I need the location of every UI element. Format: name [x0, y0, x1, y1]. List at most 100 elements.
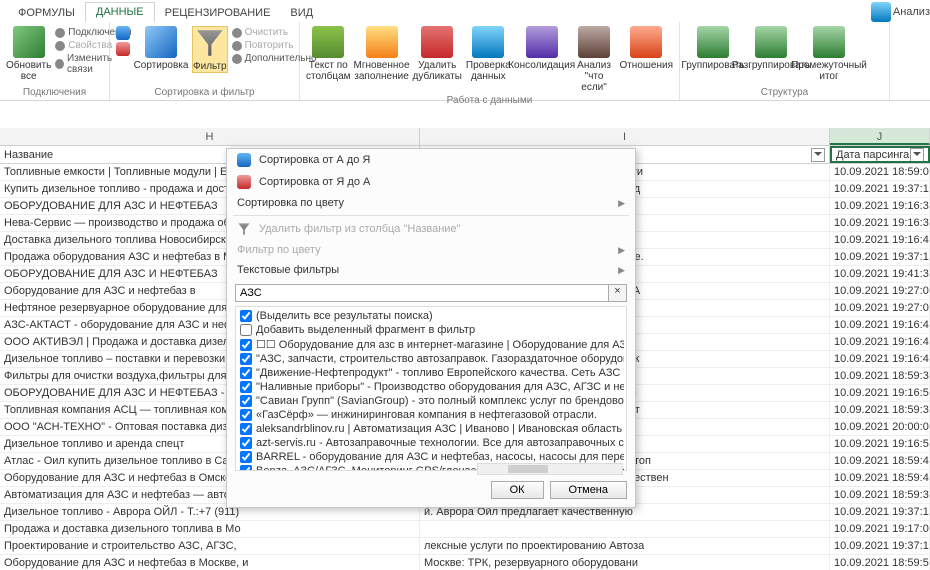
- cell-J[interactable]: 10.09.2021 19:27:04: [830, 283, 930, 299]
- filter-option-label: «ГазСёрф» — инжиниринговая компания в не…: [256, 409, 597, 421]
- cell-J[interactable]: 10.09.2021 18:59:38: [830, 402, 930, 418]
- cell-J[interactable]: 10.09.2021 19:41:39: [830, 266, 930, 282]
- cell-J[interactable]: 10.09.2021 19:16:45: [830, 317, 930, 333]
- sort-button[interactable]: Сортировка: [134, 26, 188, 71]
- cell-J[interactable]: 10.09.2021 19:16:40: [830, 232, 930, 248]
- filter-option[interactable]: "Наливные приборы" - Производство оборуд…: [238, 380, 624, 394]
- filter-checkbox[interactable]: [240, 324, 252, 336]
- text-filters[interactable]: Текстовые фильтры▶: [227, 260, 635, 280]
- sort-az-icon[interactable]: [116, 26, 130, 40]
- subtotal-button[interactable]: Промежуточный итог: [802, 26, 856, 82]
- analysis-icon: [871, 2, 891, 22]
- cell-J[interactable]: 10.09.2021 18:59:34: [830, 487, 930, 503]
- cell-I[interactable]: лексные услуги по проектированию Автоза: [420, 538, 830, 554]
- cell-J[interactable]: 10.09.2021 18:59:41: [830, 453, 930, 469]
- group-data-tools: Работа с данными: [306, 93, 673, 106]
- what-if[interactable]: Анализ "что если": [573, 26, 616, 93]
- cell-J[interactable]: 10.09.2021 19:37:12: [830, 181, 930, 197]
- col-J[interactable]: J: [830, 128, 930, 145]
- filter-button[interactable]: Фильтр: [192, 26, 228, 73]
- analysis-partial[interactable]: Анализ: [871, 2, 930, 22]
- cell-J[interactable]: 10.09.2021 19:16:56: [830, 436, 930, 452]
- ungroup-button[interactable]: Разгруппировать: [744, 26, 798, 71]
- filter-dropdown-J[interactable]: [910, 148, 924, 162]
- data-validation[interactable]: Проверка данных: [466, 26, 511, 82]
- filter-option-label: "АЗС, запчасти, строительство автозаправ…: [256, 353, 624, 365]
- filter-checkbox[interactable]: [240, 381, 252, 393]
- filter-option[interactable]: (Выделить все результаты поиска): [238, 309, 624, 323]
- filter-option[interactable]: BARREL - оборудование для АЗС и нефтебаз…: [238, 450, 624, 464]
- filter-checkbox[interactable]: [240, 409, 252, 421]
- cell-J[interactable]: 10.09.2021 18:59:42: [830, 470, 930, 486]
- filter-option[interactable]: "Движение-Нефтепродукт" - топливо Европе…: [238, 366, 624, 380]
- filter-option[interactable]: ☐☐ Оборудование для азс в интернет-магаз…: [238, 337, 624, 352]
- tab-view[interactable]: ВИД: [280, 4, 323, 22]
- cell-J[interactable]: 10.09.2021 19:37:13: [830, 249, 930, 265]
- filter-option[interactable]: aleksandrblinov.ru | Автоматизация АЗС |…: [238, 422, 624, 436]
- filter-option[interactable]: Добавить выделенный фрагмент в фильтр: [238, 323, 624, 337]
- cell-J[interactable]: 10.09.2021 18:59:53: [830, 555, 930, 570]
- filter-dropdown-I[interactable]: [811, 148, 825, 162]
- filter-option[interactable]: «ГазСёрф» — инжиниринговая компания в не…: [238, 408, 624, 422]
- checklist-h-scrollbar[interactable]: [477, 463, 623, 475]
- search-clear-button[interactable]: ×: [609, 284, 627, 302]
- cell-J[interactable]: 10.09.2021 20:00:03: [830, 419, 930, 435]
- reapply-icon: [232, 41, 242, 51]
- ok-button[interactable]: ОК: [491, 481, 544, 499]
- table-row[interactable]: Оборудование для АЗС и нефтебаз в Москве…: [0, 555, 930, 570]
- cell-J[interactable]: 10.09.2021 19:37:19: [830, 538, 930, 554]
- relations[interactable]: Отношения: [619, 26, 673, 71]
- cell-J[interactable]: 10.09.2021 19:27:04: [830, 300, 930, 316]
- cell-J[interactable]: 10.09.2021 19:16:49: [830, 351, 930, 367]
- tab-review[interactable]: РЕЦЕНЗИРОВАНИЕ: [155, 4, 281, 22]
- col-H[interactable]: H: [0, 128, 420, 145]
- cell-J[interactable]: 10.09.2021 18:59:34: [830, 368, 930, 384]
- cell-H[interactable]: Оборудование для АЗС и нефтебаз в Москве…: [0, 555, 420, 570]
- tab-data[interactable]: ДАННЫЕ: [85, 2, 155, 22]
- filter-option[interactable]: "Савиан Групп" (SavianGroup) - это полны…: [238, 394, 624, 408]
- filter-checkbox[interactable]: [240, 437, 252, 449]
- col-I[interactable]: I: [420, 128, 830, 145]
- cell-J[interactable]: 10.09.2021 19:17:00: [830, 521, 930, 537]
- sort-by-color[interactable]: Сортировка по цвету▶: [227, 193, 635, 213]
- filter-checkbox[interactable]: [240, 395, 252, 407]
- consolidate[interactable]: Консолидация: [515, 26, 569, 71]
- filter-option-label: ☐☐ Оборудование для азс в интернет-магаз…: [256, 338, 624, 351]
- table-row[interactable]: Проектирование и строительство АЗС, АГЗС…: [0, 538, 930, 555]
- group-sort-filter: Сортировка и фильтр: [116, 85, 293, 98]
- table-row[interactable]: Продажа и доставка дизельного топлива в …: [0, 521, 930, 538]
- filter-checklist[interactable]: (Выделить все результаты поиска)Добавить…: [235, 306, 627, 471]
- sort-za[interactable]: Сортировка от Я до А: [227, 171, 635, 193]
- flash-fill[interactable]: Мгновенное заполнение: [355, 26, 409, 82]
- cell-J[interactable]: 10.09.2021 19:37:18: [830, 504, 930, 520]
- cancel-button[interactable]: Отмена: [550, 481, 627, 499]
- cell-I[interactable]: [420, 521, 830, 537]
- sort-za-icon[interactable]: [116, 42, 130, 56]
- cell-J[interactable]: 10.09.2021 19:16:53: [830, 385, 930, 401]
- cell-I[interactable]: Москве: ТРК, резервуарного оборудовани: [420, 555, 830, 570]
- filter-checkbox[interactable]: [240, 465, 252, 471]
- filter-checkbox[interactable]: [240, 451, 252, 463]
- cell-H[interactable]: Продажа и доставка дизельного топлива в …: [0, 521, 420, 537]
- filter-checkbox[interactable]: [240, 310, 252, 322]
- filter-checkbox[interactable]: [240, 423, 252, 435]
- tab-formulas[interactable]: ФОРМУЛЫ: [8, 4, 85, 22]
- filter-option-label: "Савиан Групп" (SavianGroup) - это полны…: [256, 395, 624, 407]
- filter-checkbox[interactable]: [240, 353, 252, 365]
- cell-J[interactable]: 10.09.2021 18:59:06: [830, 164, 930, 180]
- filter-checkbox[interactable]: [240, 339, 252, 351]
- cell-J[interactable]: 10.09.2021 19:16:45: [830, 334, 930, 350]
- filter-search-input[interactable]: [235, 284, 609, 302]
- filter-checkbox[interactable]: [240, 367, 252, 379]
- remove-duplicates[interactable]: Удалить дубликаты: [413, 26, 462, 82]
- refresh-all-button[interactable]: Обновить все: [6, 26, 51, 82]
- filter-option[interactable]: "АЗС, запчасти, строительство автозаправ…: [238, 352, 624, 366]
- text-to-columns[interactable]: Текст по столбцам: [306, 26, 351, 82]
- group-structure: Структура: [686, 85, 883, 98]
- filter-option[interactable]: azt-servis.ru - Автозаправочные технолог…: [238, 436, 624, 450]
- cell-H[interactable]: Проектирование и строительство АЗС, АГЗС…: [0, 538, 420, 554]
- sort-az[interactable]: Сортировка от А до Я: [227, 149, 635, 171]
- cell-J[interactable]: 10.09.2021 19:16:39: [830, 198, 930, 214]
- header-J[interactable]: Дата парсинга: [830, 146, 930, 163]
- cell-J[interactable]: 10.09.2021 19:16:39: [830, 215, 930, 231]
